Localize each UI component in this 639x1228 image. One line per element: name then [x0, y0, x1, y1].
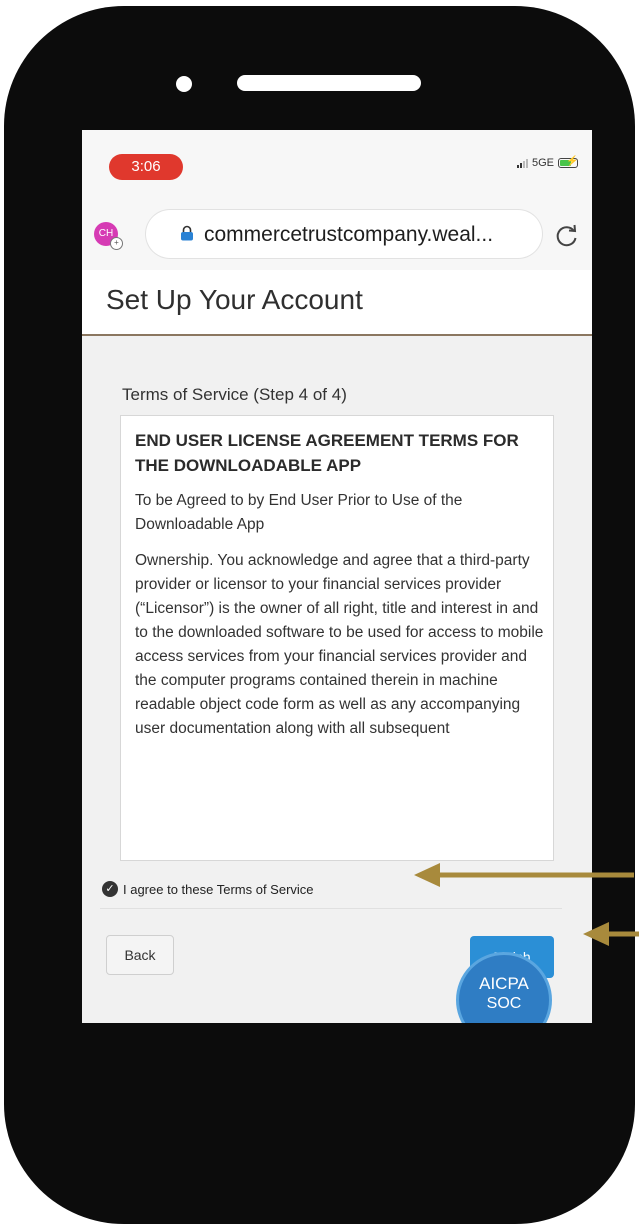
check-icon: ✓: [105, 883, 115, 895]
badge-line2: SOC: [486, 995, 522, 1012]
step-title: Terms of Service (Step 4 of 4): [122, 385, 347, 404]
phone-frame: 3:06 5GE ⚡ CH + commercetrustcompany.wea…: [4, 6, 635, 1224]
avatar-badge-icon: +: [110, 237, 123, 250]
agree-checkbox[interactable]: ✓: [102, 881, 118, 897]
terms-scroll-box[interactable]: END USER LICENSE AGREEMENT TERMS FOR THE…: [120, 415, 554, 861]
page-title: Set Up Your Account: [106, 284, 363, 315]
arrow-left-icon: [583, 922, 639, 946]
battery-icon: ⚡: [558, 156, 578, 168]
divider: [100, 908, 562, 909]
status-icons: 5GE ⚡: [516, 156, 578, 169]
arrow-left-icon: [414, 863, 634, 887]
terms-subheading: To be Agreed to by End User Prior to Use…: [135, 492, 463, 533]
address-bar[interactable]: commercetrustcompany.weal...: [146, 210, 542, 258]
status-bar: 3:06 5GE ⚡: [82, 130, 592, 190]
agree-row[interactable]: ✓ I agree to these Terms of Service: [102, 881, 314, 897]
phone-screen: 3:06 5GE ⚡ CH + commercetrustcompany.wea…: [82, 130, 592, 1023]
url-text: commercetrustcompany.weal...: [204, 223, 494, 246]
back-button[interactable]: Back: [106, 935, 174, 975]
status-time: 3:06: [109, 154, 183, 180]
speaker-slot: [237, 75, 421, 91]
reload-icon[interactable]: [554, 223, 580, 249]
agree-label[interactable]: I agree to these Terms of Service: [123, 882, 314, 897]
page-header: Set Up Your Account: [82, 270, 592, 336]
badge-line1: AICPA: [479, 974, 529, 993]
browser-bar: CH + commercetrustcompany.weal...: [82, 190, 592, 270]
terms-body: Ownership. You acknowledge and agree tha…: [135, 552, 544, 737]
terms-heading: END USER LICENSE AGREEMENT TERMS FOR THE…: [135, 431, 519, 475]
signal-icon: [516, 158, 528, 168]
network-type: 5GE: [531, 157, 554, 169]
camera-dot: [176, 76, 192, 92]
lock-icon: [181, 225, 193, 241]
